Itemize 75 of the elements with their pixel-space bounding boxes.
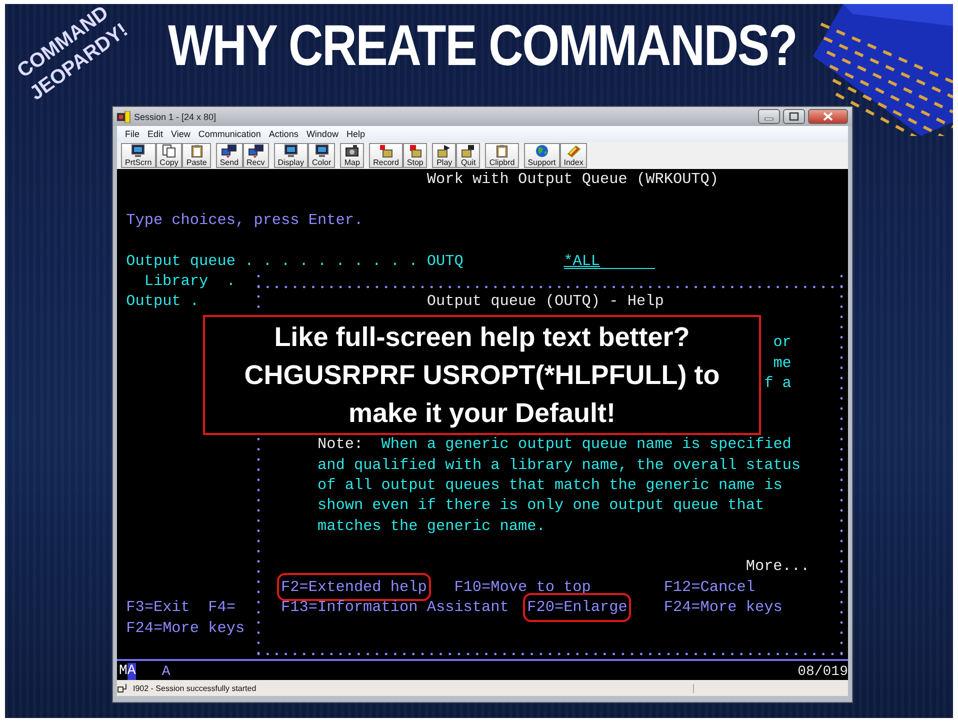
toolbar-button[interactable]: Support	[524, 143, 560, 168]
function-key[interactable]: F13=Information Assistant	[281, 597, 509, 618]
window-title: Session 1 - [24 x 80]	[134, 112, 218, 122]
help-text: of all output queues that match the generic name is	[318, 474, 782, 496]
computers-icon	[248, 144, 264, 158]
field-label: OUTQ	[426, 250, 464, 271]
toolbar-button[interactable]: Color	[308, 143, 336, 168]
function-key: F3=Exit	[126, 597, 190, 618]
screen-heading: Work with Output Queue (WRKOUTQ)	[426, 169, 719, 190]
function-key[interactable]: F24=More keys	[664, 597, 782, 618]
toolbar-button[interactable]: PrtScrn	[121, 143, 156, 168]
menu-item[interactable]: Communication	[194, 129, 265, 139]
pages-icon	[161, 144, 178, 158]
record-icon	[378, 144, 394, 158]
help-text: f a	[764, 372, 792, 394]
toolbar-button[interactable]: Play	[432, 143, 456, 168]
field-label: Output .	[126, 291, 200, 312]
menu-item[interactable]: Window	[302, 129, 342, 139]
screen-heading: Note:	[318, 434, 364, 455]
function-key[interactable]: F10=Move to top	[454, 576, 591, 598]
toolbar-button[interactable]: Record	[369, 143, 403, 168]
status-message: I902 - Session successfully started	[133, 684, 694, 692]
maximize-icon	[788, 112, 800, 121]
field-label: Library .	[144, 270, 236, 292]
menu-item[interactable]: Help	[342, 129, 369, 139]
help-text: me	[773, 352, 792, 373]
stop-icon	[407, 144, 424, 158]
monitor-icon	[130, 144, 146, 158]
toolbar-button[interactable]: Map	[340, 143, 364, 168]
function-key: F24=More keys	[126, 618, 245, 638]
help-text: When a generic output queue name is specified	[381, 434, 792, 455]
toolbar-button[interactable]: Display	[274, 143, 308, 168]
clipboard-icon	[188, 144, 205, 158]
function-key: F4=	[208, 597, 236, 618]
computers-icon	[221, 144, 238, 158]
close-icon	[822, 112, 834, 121]
toolbar-button[interactable]: Recv	[242, 143, 269, 168]
maximize-button[interactable]	[783, 109, 805, 124]
function-key[interactable]: F12=Cancel	[664, 576, 755, 598]
help-text: and qualified with a library name, the overall status	[318, 454, 801, 475]
slide-title: WHY CREATE COMMANDS?	[168, 18, 797, 76]
input-field[interactable]: *ALL	[564, 250, 655, 269]
toolbar-button[interactable]: Quit	[456, 143, 480, 168]
menu-item[interactable]: Edit	[144, 129, 168, 139]
connection-icon	[117, 683, 129, 693]
cursor-position: 08/019	[798, 664, 848, 680]
help-text: matches the generic name.	[318, 516, 546, 536]
play-icon	[436, 144, 452, 158]
toolbar-button[interactable]: Paste	[182, 143, 211, 168]
quit-icon	[460, 144, 476, 158]
monitor-icon	[282, 144, 299, 158]
instruction-text: Type choices, press Enter.	[126, 210, 364, 230]
toolbar-button[interactable]: Copy	[156, 143, 182, 168]
toolbar-button[interactable]: Index	[560, 143, 588, 168]
indicator-text: A	[162, 664, 172, 680]
book-icon	[566, 144, 582, 158]
app-icon	[117, 110, 131, 122]
minimize-button[interactable]	[758, 109, 780, 124]
toolbar-button[interactable]: Clipbrd	[485, 143, 519, 168]
menu-item[interactable]: View	[167, 129, 194, 139]
close-button[interactable]	[808, 109, 848, 124]
help-text: or	[773, 332, 792, 353]
clipboard-icon	[494, 144, 510, 158]
menu-item[interactable]: File	[121, 129, 144, 139]
menu-item[interactable]: Actions	[264, 129, 302, 139]
toolbar-button[interactable]: Stop	[402, 143, 428, 168]
camera-icon	[344, 144, 360, 158]
toolbar-button[interactable]: Send	[216, 143, 243, 168]
screen-heading: Output queue (OUTQ) - Help	[426, 291, 664, 312]
field-label: Output queue . . . . . . . . . .	[126, 250, 418, 271]
callout-text: Like full-screen help text better? CHGUSRPRF USROPT(*HLPFULL) to make it your Default!	[203, 315, 761, 435]
screen-heading: More...	[746, 556, 810, 577]
globe-icon	[534, 144, 550, 158]
help-text: shown even if there is only one output queue that	[318, 495, 764, 516]
monitor-icon	[314, 144, 330, 158]
